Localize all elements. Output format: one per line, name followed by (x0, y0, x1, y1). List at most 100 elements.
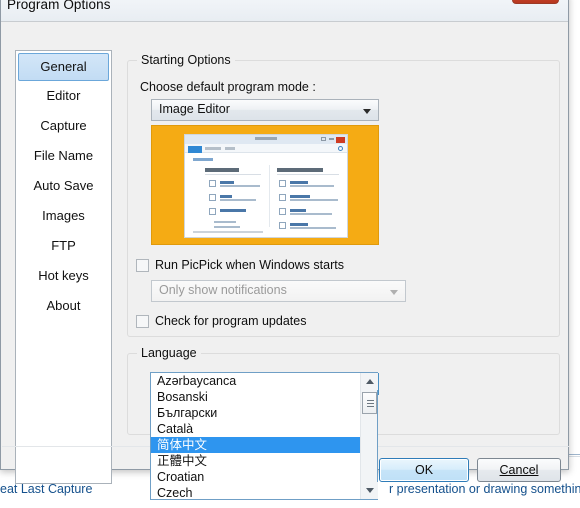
preview-item-title (220, 180, 234, 184)
settings-category-list[interactable]: General Editor Capture File Name Auto Sa… (15, 50, 112, 484)
language-option-czech[interactable]: Czech (151, 485, 360, 499)
language-option-label: 正體中文 (157, 454, 208, 468)
language-option-azerbaycanca[interactable]: Azərbaycanca (151, 373, 360, 389)
sidebar-item-ftp[interactable]: FTP (16, 231, 111, 261)
ok-button-label: OK (414, 463, 434, 477)
startup-notification-combobox[interactable]: Only show notifications (151, 280, 406, 302)
preview-item-desc (220, 185, 260, 187)
language-option-label: 简体中文 (157, 438, 208, 452)
language-option-bulgarski[interactable]: Български (151, 405, 360, 421)
language-dropdown-list[interactable]: Azərbaycanca Bosanski Български Català 简… (150, 372, 378, 500)
preview-gear-icon (338, 146, 343, 151)
sidebar-item-label: Capture (40, 118, 87, 133)
ok-button[interactable]: OK (379, 458, 469, 482)
preview-tab-file (188, 145, 202, 153)
chevron-down-icon (363, 109, 371, 114)
sidebar-item-file-name[interactable]: File Name (16, 141, 111, 171)
language-option-croatian[interactable]: Croatian (151, 469, 360, 485)
dropdown-scrollbar[interactable] (360, 373, 378, 499)
default-mode-label: Choose default program mode : (140, 80, 316, 94)
preview-item-icon (279, 208, 286, 215)
preview-column-header-new-task (205, 168, 239, 172)
preview-item-desc (220, 199, 256, 201)
preview-item-icon (279, 180, 286, 187)
language-option-bosanski[interactable]: Bosanski (151, 389, 360, 405)
scroll-up-icon[interactable] (361, 373, 378, 390)
sidebar-item-general[interactable]: General (18, 53, 109, 81)
sidebar-item-label: Images (42, 208, 85, 223)
preview-item-desc (214, 226, 240, 228)
language-group-title: Language (137, 346, 201, 360)
preview-maximize-icon (321, 137, 326, 141)
preview-item-desc (290, 227, 336, 229)
sidebar-item-label: Hot keys (38, 268, 89, 283)
preview-rule-right (277, 174, 339, 175)
language-option-label: Български (157, 406, 218, 420)
preview-footer-text (193, 230, 263, 233)
default-program-mode-value: Image Editor (159, 102, 230, 116)
scrollbar-thumb[interactable] (362, 392, 377, 414)
background-link-presentation[interactable]: r presentation or drawing something (389, 482, 580, 496)
close-icon[interactable]: ✕ (512, 0, 559, 4)
sidebar-item-label: General (40, 59, 87, 74)
sidebar-item-images[interactable]: Images (16, 201, 111, 231)
preview-item-title (290, 208, 306, 212)
preview-item-icon (209, 194, 216, 201)
background-link-repeat-last-capture[interactable]: eat Last Capture (0, 482, 92, 496)
language-option-simplified-chinese[interactable]: 简体中文 (151, 437, 360, 453)
screen: eat Last Capture r presentation or drawi… (0, 0, 580, 508)
preview-item-title (220, 194, 232, 198)
cancel-button-label: Cancel (499, 463, 539, 477)
preview-breadcrumb (193, 158, 213, 161)
run-at-startup-label: Run PicPick when Windows starts (155, 258, 344, 272)
language-option-label: Croatian (157, 470, 205, 484)
sidebar-item-label: FTP (51, 238, 76, 253)
preview-item-desc (290, 199, 338, 201)
language-options-list[interactable]: Azərbaycanca Bosanski Български Català 简… (151, 373, 360, 499)
preview-titlebar (185, 135, 347, 144)
preview-window (184, 134, 348, 238)
sidebar-item-auto-save[interactable]: Auto Save (16, 171, 111, 201)
dialog-title: Program Options (7, 0, 111, 12)
preview-tab-home (205, 147, 221, 150)
preview-item-title (290, 180, 308, 184)
startup-notification-value: Only show notifications (159, 283, 287, 297)
preview-item-icon (279, 222, 286, 229)
preview-minimize-icon (329, 138, 334, 140)
language-option-label: Bosanski (157, 390, 208, 404)
language-option-label: Czech (157, 486, 193, 499)
sidebar-item-hot-keys[interactable]: Hot keys (16, 261, 111, 291)
preview-item-icon (279, 194, 286, 201)
sidebar-item-capture[interactable]: Capture (16, 111, 111, 141)
language-option-catala[interactable]: Català (151, 421, 360, 437)
sidebar-item-label: Auto Save (33, 178, 94, 193)
chevron-down-icon (390, 290, 398, 295)
language-option-traditional-chinese[interactable]: 正體中文 (151, 453, 360, 469)
sidebar-item-label: Editor (46, 88, 81, 103)
preview-item-icon (209, 208, 216, 215)
preview-item-desc (290, 213, 332, 215)
preview-item-icon (209, 180, 216, 187)
preview-column-divider (269, 165, 270, 227)
language-option-label: Azərbaycanca (157, 374, 237, 388)
default-program-mode-combobox[interactable]: Image Editor (151, 99, 379, 121)
language-option-label: Català (157, 422, 194, 436)
preview-close-icon (336, 136, 345, 143)
scroll-down-icon[interactable] (361, 482, 378, 499)
check-updates-label: Check for program updates (155, 314, 307, 328)
sidebar-item-label: About (46, 298, 81, 313)
preview-item-title (290, 194, 310, 198)
checkbox-icon[interactable] (136, 315, 149, 328)
checkbox-icon[interactable] (136, 259, 149, 272)
sidebar-item-about[interactable]: About (16, 291, 111, 321)
dialog-titlebar[interactable]: Program Options ✕ (1, 0, 568, 21)
starting-options-title: Starting Options (137, 53, 235, 67)
cancel-button[interactable]: Cancel (477, 458, 561, 482)
sidebar-item-label: File Name (33, 148, 94, 163)
preview-item-desc (214, 221, 236, 223)
preview-title-text (255, 136, 277, 140)
sidebar-item-editor[interactable]: Editor (16, 81, 111, 111)
preview-item-title (220, 208, 246, 212)
preview-rule-left (205, 174, 261, 175)
preview-column-header-accessories (277, 168, 323, 172)
